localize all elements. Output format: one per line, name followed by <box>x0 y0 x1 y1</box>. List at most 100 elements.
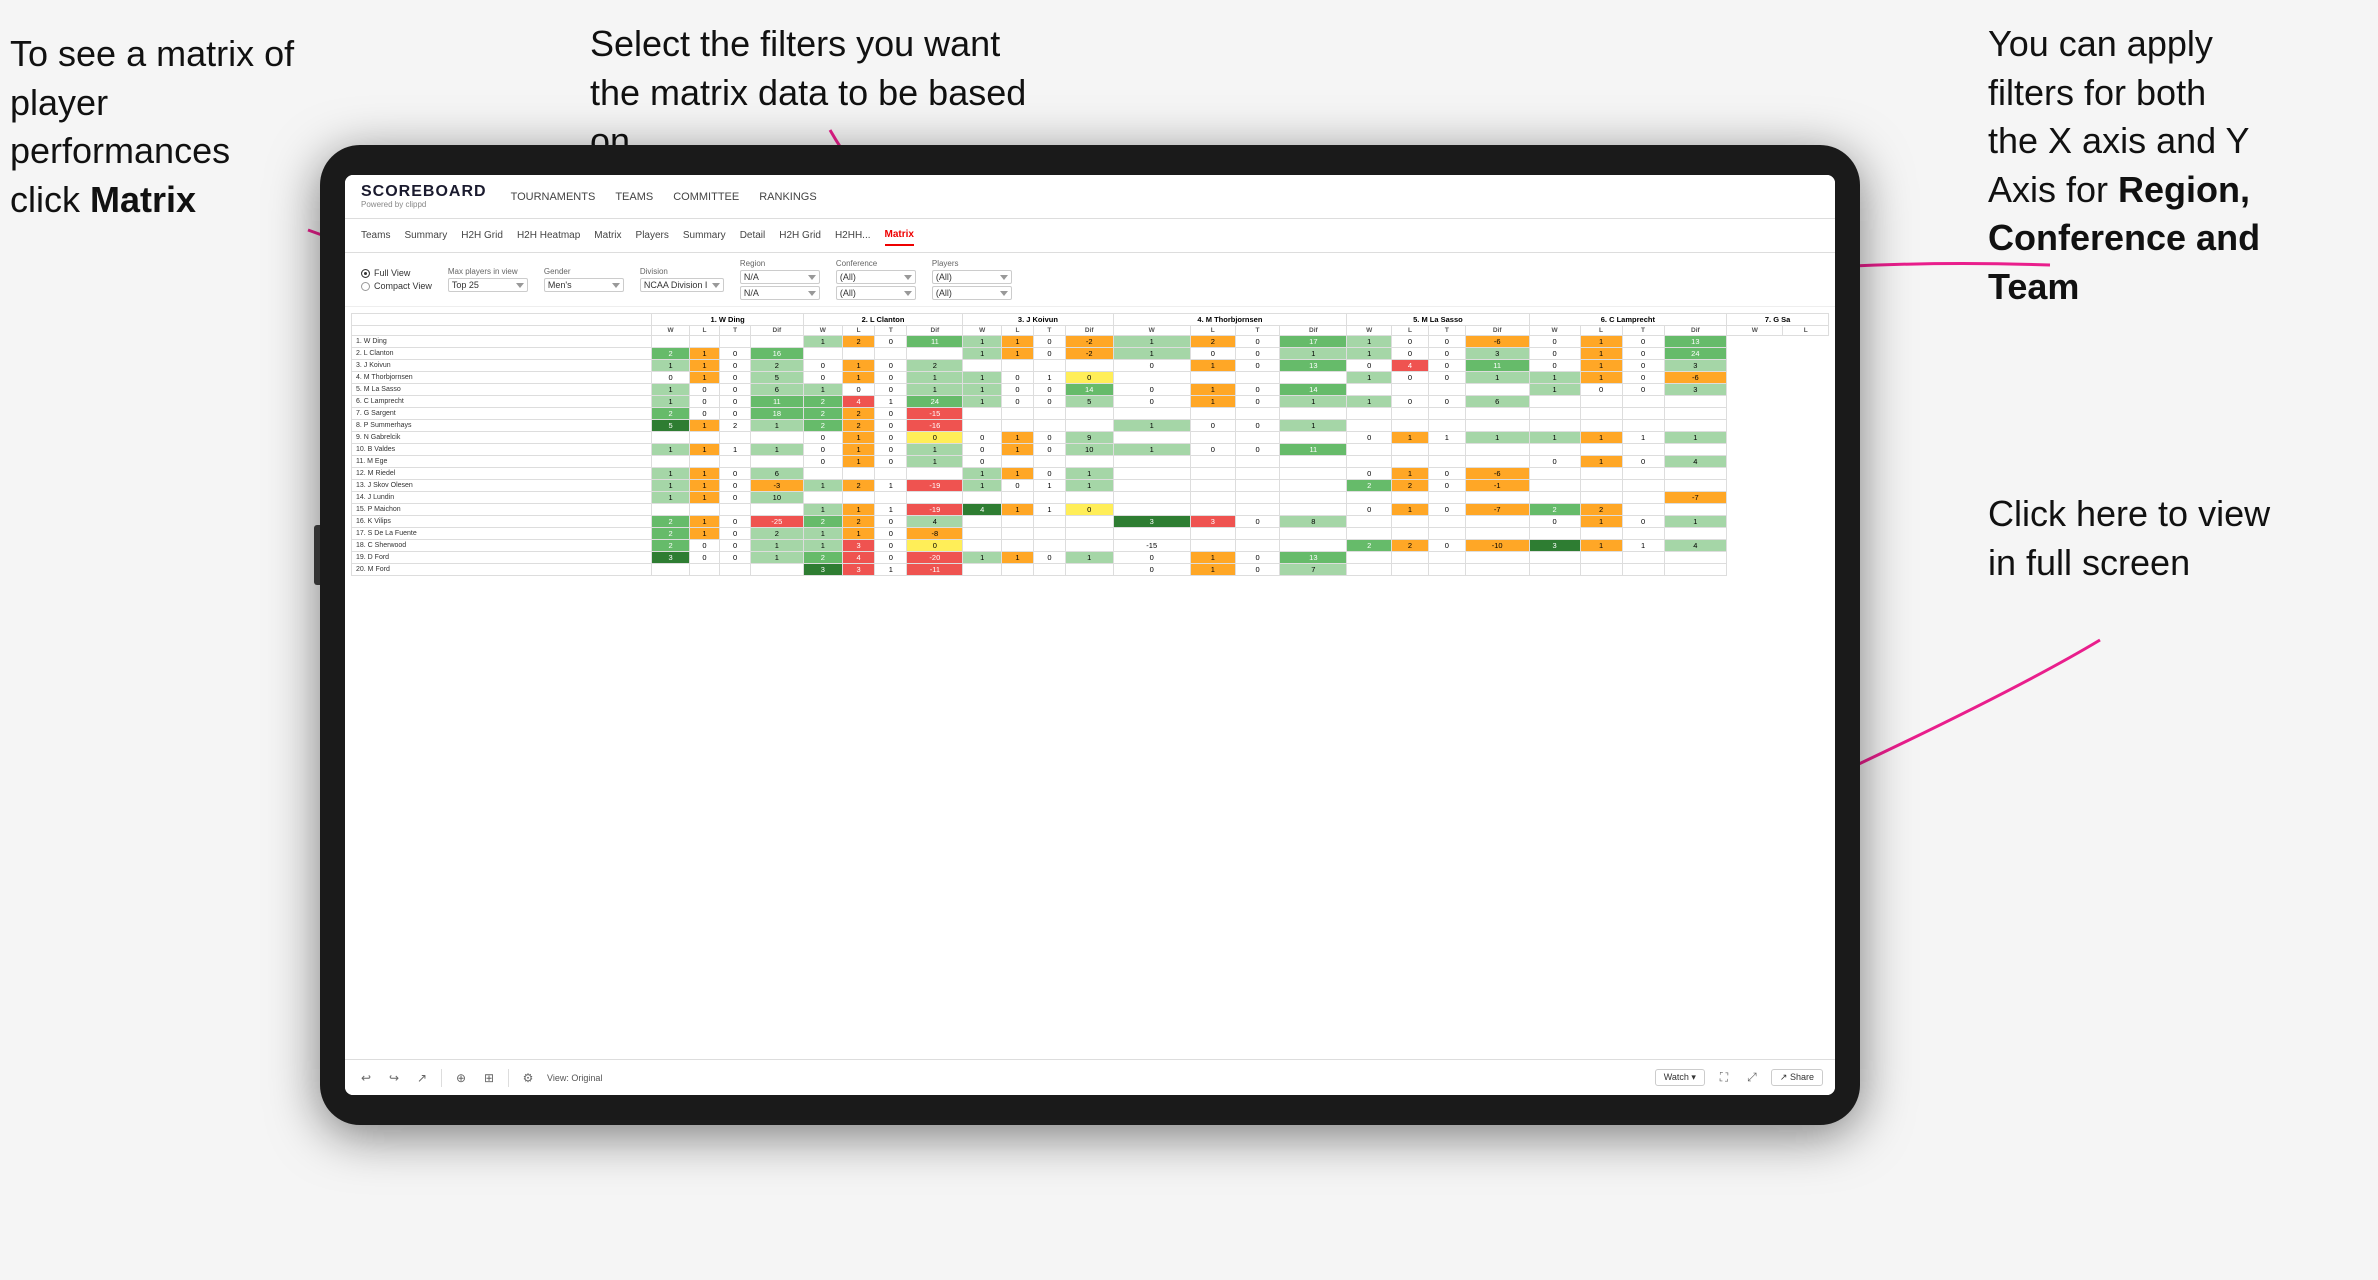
region-select-1[interactable]: N/A <box>740 270 820 284</box>
cell-7-18 <box>1428 420 1465 432</box>
gender-select[interactable]: Men's <box>544 278 624 292</box>
cell-4-5: 0 <box>842 384 874 396</box>
cell-13-2: 0 <box>720 492 751 504</box>
cell-9-21 <box>1580 444 1622 456</box>
cell-1-14: 0 <box>1235 348 1280 360</box>
cell-1-2: 0 <box>720 348 751 360</box>
max-players-group: Max players in view Top 25 <box>448 267 528 292</box>
zoom-icon[interactable]: ⊕ <box>452 1069 470 1087</box>
subnav-detail[interactable]: Detail <box>740 226 766 245</box>
cell-4-18 <box>1428 384 1465 396</box>
subnav-teams[interactable]: Teams <box>361 226 390 245</box>
conference-select-2[interactable]: (All) <box>836 286 916 300</box>
table-row: 6. C Lamprecht1001124124100501011006 <box>352 396 1829 408</box>
cell-16-21 <box>1580 528 1622 540</box>
radio-compact-view[interactable]: Compact View <box>361 281 432 291</box>
cell-12-8: 1 <box>963 480 1002 492</box>
row-header-3: 4. M Thorbjornsen <box>352 372 652 384</box>
col-header-3: 3. J Koivun <box>963 314 1113 326</box>
annotation-right-top: You can apply filters for both the X axi… <box>1988 20 2348 312</box>
subnav-matrix-active[interactable]: Matrix <box>885 225 914 246</box>
cell-12-22 <box>1622 480 1664 492</box>
table-row: 13. J Skov Olesen110-3121-191011220-1 <box>352 480 1829 492</box>
players-select-2[interactable]: (All) <box>932 286 1012 300</box>
cell-14-2 <box>720 504 751 516</box>
cell-3-2: 0 <box>720 372 751 384</box>
cell-3-21: 1 <box>1580 372 1622 384</box>
cell-10-9 <box>1002 456 1034 468</box>
cell-9-22 <box>1622 444 1664 456</box>
subnav-summary2[interactable]: Summary <box>683 226 726 245</box>
redo-icon[interactable]: ↪ <box>385 1069 403 1087</box>
cell-10-23: 4 <box>1664 456 1727 468</box>
cell-14-23 <box>1664 504 1727 516</box>
cell-9-5: 1 <box>842 444 874 456</box>
cell-16-20 <box>1529 528 1580 540</box>
layout-icon[interactable]: ⊞ <box>480 1069 498 1087</box>
fullscreen-icon[interactable]: ⤢ <box>1743 1069 1761 1087</box>
cell-1-17: 0 <box>1392 348 1429 360</box>
cell-18-8: 1 <box>963 552 1002 564</box>
app-header: SCOREBOARD Powered by clippd TOURNAMENTS… <box>345 175 1835 219</box>
cell-14-16: 0 <box>1347 504 1392 516</box>
undo-icon[interactable]: ↩ <box>357 1069 375 1087</box>
cell-17-3: 1 <box>750 540 803 552</box>
max-players-select[interactable]: Top 25 <box>448 278 528 292</box>
subnav-h2h-grid2[interactable]: H2H Grid <box>779 226 821 245</box>
row-header-17: 18. C Sherwood <box>352 540 652 552</box>
cell-15-12: 3 <box>1113 516 1190 528</box>
subnav-players[interactable]: Players <box>636 226 669 245</box>
radio-full-view[interactable]: Full View <box>361 268 432 278</box>
cell-1-21: 1 <box>1580 348 1622 360</box>
subnav-matrix-players[interactable]: Matrix <box>594 226 621 245</box>
nav-teams[interactable]: TEAMS <box>615 187 653 207</box>
cell-16-16 <box>1347 528 1392 540</box>
cell-19-10 <box>1033 564 1065 576</box>
nav-committee[interactable]: COMMITTEE <box>673 187 739 207</box>
cell-10-2 <box>720 456 751 468</box>
cell-2-20: 0 <box>1529 360 1580 372</box>
cell-16-22 <box>1622 528 1664 540</box>
subnav-h2h-grid[interactable]: H2H Grid <box>461 226 503 245</box>
cell-5-4: 2 <box>803 396 842 408</box>
cell-10-11 <box>1065 456 1113 468</box>
ann-left-line1: To see a matrix of <box>10 33 294 74</box>
region-select-2[interactable]: N/A <box>740 286 820 300</box>
cell-9-18 <box>1428 444 1465 456</box>
subnav-summary[interactable]: Summary <box>404 226 447 245</box>
cell-8-22: 1 <box>1622 432 1664 444</box>
cell-13-15 <box>1280 492 1347 504</box>
col-header-2: 2. L Clanton <box>803 314 963 326</box>
sh-5-l: L <box>1392 326 1429 336</box>
cell-4-22: 0 <box>1622 384 1664 396</box>
screen-icon[interactable]: ⛶ <box>1715 1069 1733 1087</box>
forward-icon[interactable]: ↗ <box>413 1069 431 1087</box>
cell-4-17 <box>1392 384 1429 396</box>
division-select[interactable]: NCAA Division I <box>640 278 724 292</box>
share-button[interactable]: ↗ Share <box>1771 1069 1823 1086</box>
cell-7-8 <box>963 420 1002 432</box>
players-select-1[interactable]: (All) <box>932 270 1012 284</box>
cell-1-10: 0 <box>1033 348 1065 360</box>
cell-17-0: 2 <box>652 540 689 552</box>
nav-rankings[interactable]: RANKINGS <box>759 187 816 207</box>
subnav-h2h-heatmap[interactable]: H2H Heatmap <box>517 226 580 245</box>
ann-rt-line3: the X axis and Y <box>1988 120 2250 161</box>
cell-14-6: 1 <box>875 504 907 516</box>
cell-17-4: 1 <box>803 540 842 552</box>
cell-6-13 <box>1190 408 1235 420</box>
col-header-6: 6. C Lamprecht <box>1529 314 1727 326</box>
row-header-10: 11. M Ege <box>352 456 652 468</box>
cell-15-3: -25 <box>750 516 803 528</box>
conference-select-1[interactable]: (All) <box>836 270 916 284</box>
cell-1-23: 24 <box>1664 348 1727 360</box>
cell-12-12 <box>1113 480 1190 492</box>
settings-icon[interactable]: ⚙ <box>519 1069 537 1087</box>
cell-15-1: 1 <box>689 516 720 528</box>
watch-button[interactable]: Watch ▾ <box>1655 1069 1705 1086</box>
nav-tournaments[interactable]: TOURNAMENTS <box>511 187 596 207</box>
table-row: 7. G Sargent20018220-15 <box>352 408 1829 420</box>
cell-12-17: 2 <box>1392 480 1429 492</box>
view-label: View: Original <box>547 1073 602 1083</box>
subnav-h2hh[interactable]: H2HH... <box>835 226 871 245</box>
